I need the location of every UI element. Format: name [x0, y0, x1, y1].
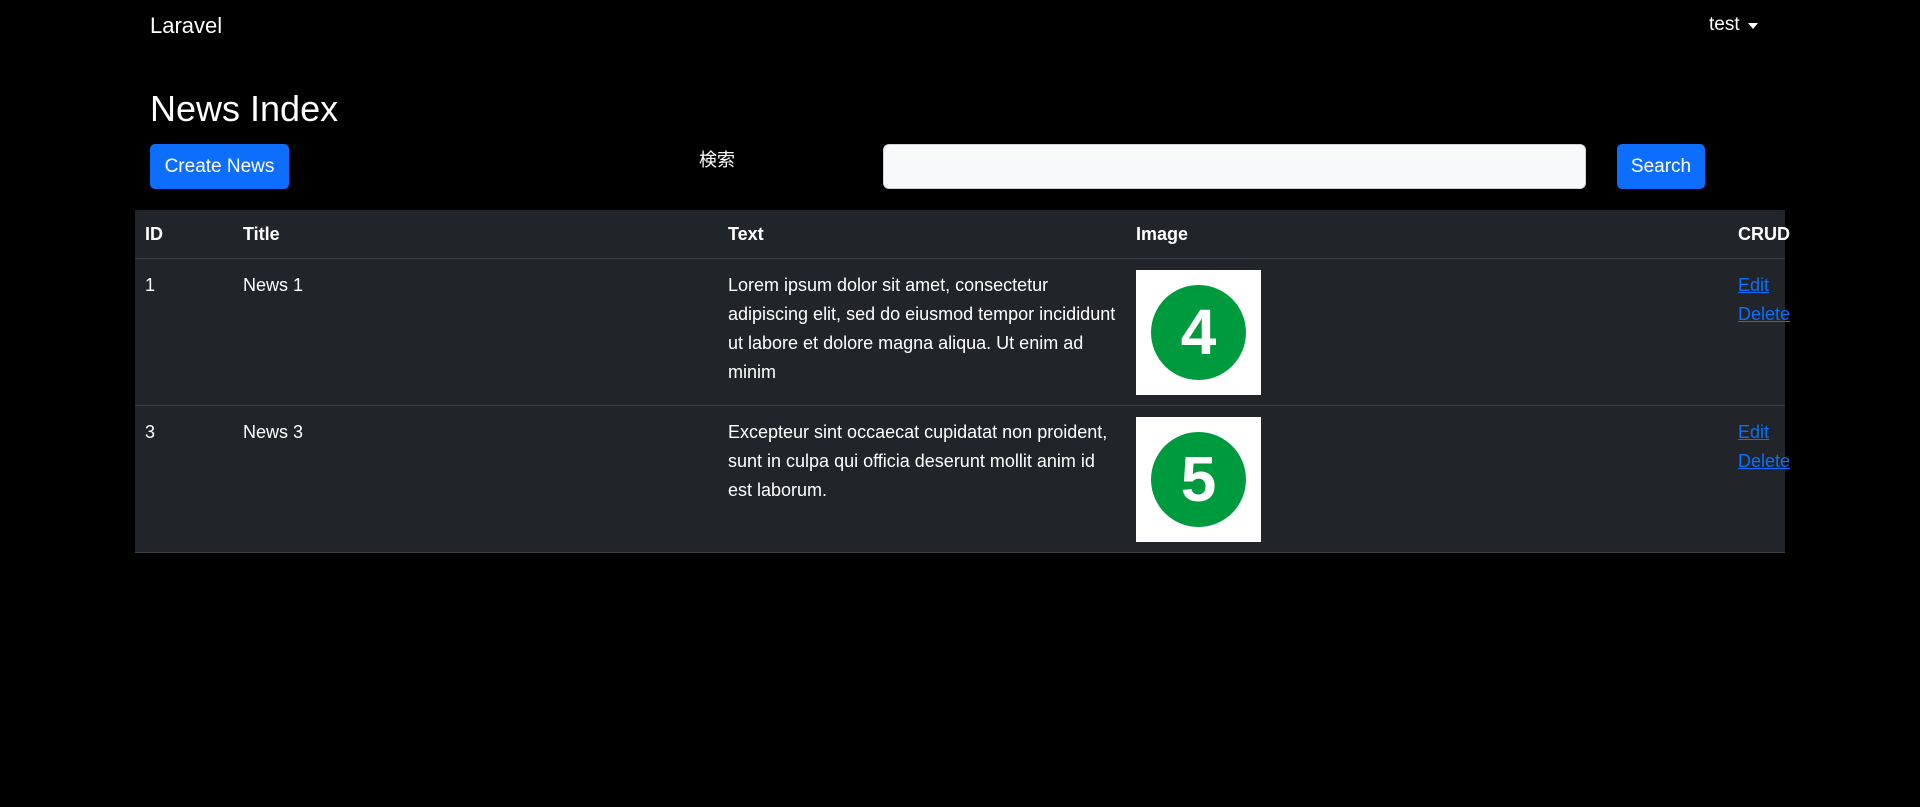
- header-id: ID: [135, 210, 233, 259]
- news-image: 5: [1136, 417, 1261, 542]
- search-label: 検索: [699, 150, 735, 170]
- brand-link[interactable]: Laravel: [150, 13, 222, 39]
- news-image: 4: [1136, 270, 1261, 395]
- delete-link[interactable]: Delete: [1738, 300, 1790, 329]
- cell-title: News 3: [233, 405, 718, 553]
- cell-image: 5: [1126, 405, 1728, 553]
- page-title: News Index: [150, 88, 339, 129]
- header-crud: CRUD: [1728, 210, 1790, 259]
- navbar: Laravel test: [0, 0, 1920, 52]
- cell-id: 1: [135, 258, 233, 406]
- cell-text: Lorem ipsum dolor sit amet, consectetur …: [718, 258, 1126, 406]
- search-button[interactable]: Search: [1617, 144, 1705, 189]
- cell-crud: Edit Delete: [1728, 258, 1790, 406]
- news-table: ID Title Text Image CRUD 1 News 1 Lorem …: [135, 210, 1790, 553]
- edit-link[interactable]: Edit: [1738, 418, 1775, 447]
- delete-link[interactable]: Delete: [1738, 447, 1790, 476]
- number-badge: 5: [1151, 432, 1246, 527]
- header-title: Title: [233, 210, 718, 259]
- header-image: Image: [1126, 210, 1728, 259]
- edit-link[interactable]: Edit: [1738, 271, 1775, 300]
- number-badge: 4: [1151, 285, 1246, 380]
- cell-id: 3: [135, 405, 233, 553]
- search-input[interactable]: [883, 144, 1586, 189]
- cell-crud: Edit Delete: [1728, 405, 1790, 553]
- table-header-row: ID Title Text Image CRUD: [135, 210, 1790, 259]
- user-dropdown[interactable]: test: [1709, 14, 1758, 36]
- create-news-button[interactable]: Create News: [150, 144, 289, 189]
- cell-text: Excepteur sint occaecat cupidatat non pr…: [718, 405, 1126, 553]
- cell-image: 4: [1126, 258, 1728, 406]
- header-text: Text: [718, 210, 1126, 259]
- cell-title: News 1: [233, 258, 718, 406]
- caret-down-icon: [1747, 23, 1758, 29]
- table-row: 1 News 1 Lorem ipsum dolor sit amet, con…: [135, 258, 1790, 406]
- user-name: test: [1709, 14, 1740, 35]
- table-row: 3 News 3 Excepteur sint occaecat cupidat…: [135, 405, 1790, 553]
